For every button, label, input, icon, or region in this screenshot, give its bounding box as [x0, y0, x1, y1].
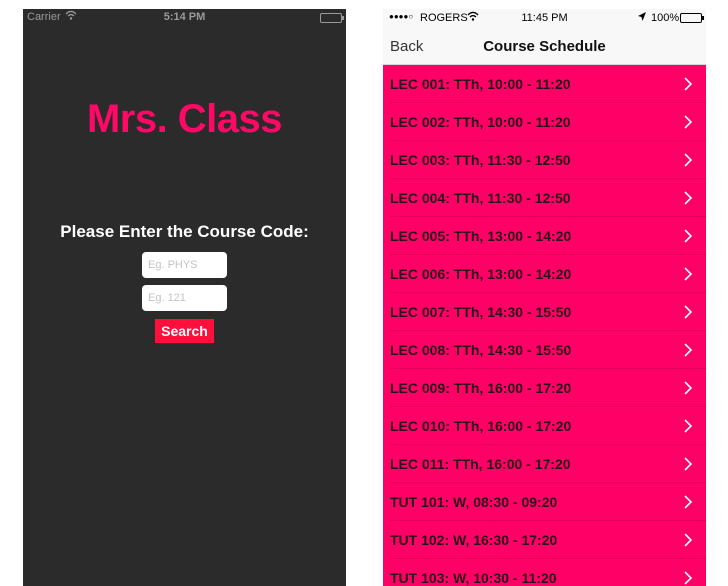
list-item[interactable]: LEC 010: TTh, 16:00 - 17:20 [383, 407, 706, 445]
chevron-right-icon [684, 229, 693, 243]
list-item[interactable]: LEC 011: TTh, 16:00 - 17:20 [383, 445, 706, 483]
list-item[interactable]: LEC 009: TTh, 16:00 - 17:20 [383, 369, 706, 407]
chevron-right-icon [684, 419, 693, 433]
list-item[interactable]: LEC 002: TTh, 10:00 - 11:20 [383, 103, 706, 141]
list-item[interactable]: TUT 101: W, 08:30 - 09:20 [383, 483, 706, 521]
chevron-right-icon [684, 153, 693, 167]
list-item[interactable]: LEC 001: TTh, 10:00 - 11:20 [383, 65, 706, 103]
chevron-right-icon [684, 305, 693, 319]
chevron-right-icon [684, 343, 693, 357]
section-label: LEC 008: TTh, 14:30 - 15:50 [390, 342, 572, 358]
chevron-right-icon [684, 267, 693, 281]
battery-percentage: 100% [651, 12, 680, 24]
course-schedule-screen: ●●●●○ ROGERS 11:45 PM 100% Back Course S… [383, 9, 706, 586]
chevron-right-icon [684, 571, 693, 585]
section-label: LEC 005: TTh, 13:00 - 14:20 [390, 228, 572, 244]
navigation-bar: Back Course Schedule [383, 29, 706, 65]
list-item[interactable]: LEC 008: TTh, 14:30 - 15:50 [383, 331, 706, 369]
list-item[interactable]: LEC 006: TTh, 13:00 - 14:20 [383, 255, 706, 293]
section-label: TUT 102: W, 16:30 - 17:20 [390, 532, 558, 548]
chevron-right-icon [684, 381, 693, 395]
list-item[interactable]: LEC 004: TTh, 11:30 - 12:50 [383, 179, 706, 217]
battery-icon [320, 13, 344, 23]
section-label: LEC 004: TTh, 11:30 - 12:50 [390, 190, 571, 206]
chevron-right-icon [684, 191, 693, 205]
section-label: LEC 007: TTh, 14:30 - 15:50 [390, 304, 572, 320]
section-label: LEC 010: TTh, 16:00 - 17:20 [390, 418, 572, 434]
list-item[interactable]: LEC 005: TTh, 13:00 - 14:20 [383, 217, 706, 255]
search-button[interactable]: Search [155, 319, 214, 343]
subject-code-input[interactable] [142, 252, 227, 278]
schedule-list: LEC 001: TTh, 10:00 - 11:20 LEC 002: TTh… [383, 65, 706, 586]
chevron-right-icon [684, 115, 693, 129]
location-arrow-icon [638, 12, 646, 24]
section-label: LEC 006: TTh, 13:00 - 14:20 [390, 266, 572, 282]
course-code-prompt: Please Enter the Course Code: [60, 222, 309, 241]
chevron-right-icon [684, 77, 693, 91]
list-item[interactable]: TUT 102: W, 16:30 - 17:20 [383, 521, 706, 559]
list-item[interactable]: LEC 007: TTh, 14:30 - 15:50 [383, 293, 706, 331]
section-label: LEC 011: TTh, 16:00 - 17:20 [390, 456, 571, 472]
chevron-right-icon [684, 457, 693, 471]
course-number-input[interactable] [142, 285, 227, 311]
section-label: LEC 009: TTh, 16:00 - 17:20 [390, 380, 572, 396]
status-time: 5:14 PM [163, 11, 206, 23]
chevron-right-icon [684, 495, 693, 509]
status-bar: Carrier 5:14 PM [23, 9, 346, 27]
section-label: TUT 101: W, 08:30 - 09:20 [390, 494, 558, 510]
status-bar: ●●●●○ ROGERS 11:45 PM 100% [383, 9, 706, 29]
section-label: TUT 103: W, 10:30 - 11:20 [390, 570, 557, 586]
app-title: Mrs. Class [86, 97, 283, 141]
list-item[interactable]: LEC 003: TTh, 11:30 - 12:50 [383, 141, 706, 179]
list-item[interactable]: TUT 103: W, 10:30 - 11:20 [383, 559, 706, 586]
section-label: LEC 003: TTh, 11:30 - 12:50 [390, 152, 571, 168]
nav-title: Course Schedule [483, 38, 606, 55]
section-label: LEC 002: TTh, 10:00 - 11:20 [390, 114, 571, 130]
section-label: LEC 001: TTh, 10:00 - 11:20 [390, 76, 571, 92]
battery-icon [680, 13, 704, 23]
chevron-right-icon [684, 533, 693, 547]
course-search-screen: Carrier 5:14 PM Mrs. Class Please Enter … [23, 9, 346, 586]
